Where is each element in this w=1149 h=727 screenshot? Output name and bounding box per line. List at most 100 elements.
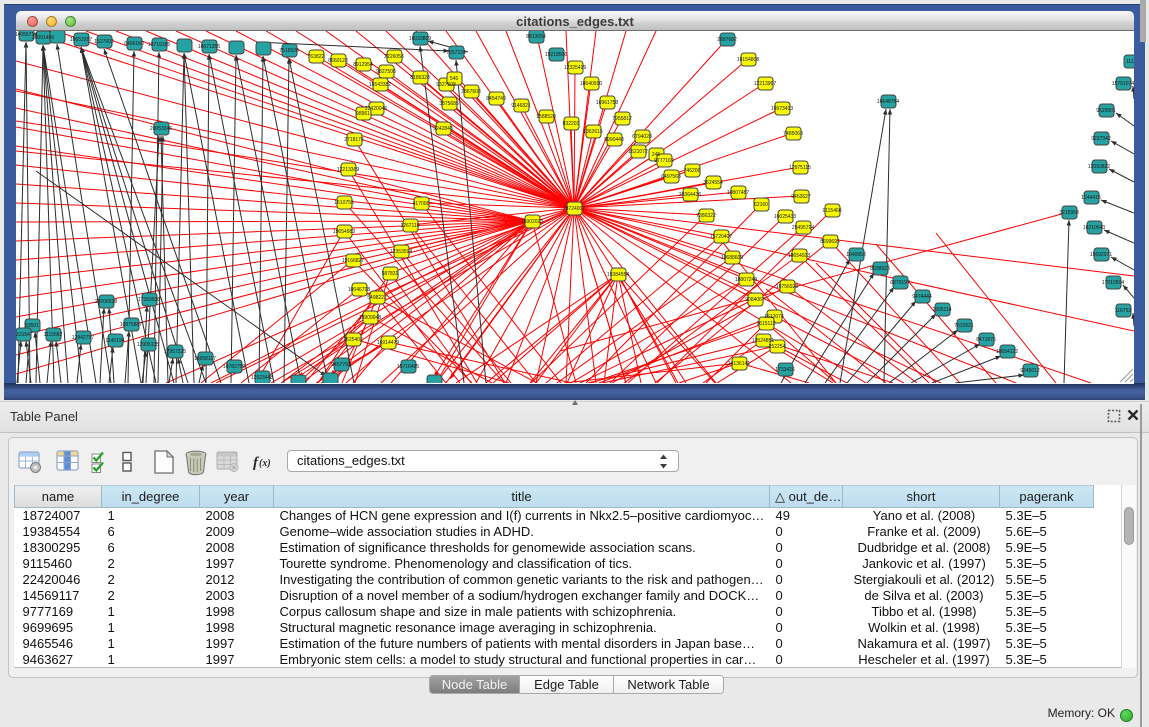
svg-text:(x): (x) bbox=[259, 458, 271, 469]
svg-text:12905135: 12905135 bbox=[137, 342, 159, 348]
svg-text:10973493: 10973493 bbox=[771, 106, 793, 112]
svg-text:10719185: 10719185 bbox=[148, 42, 170, 48]
svg-text:15716485: 15716485 bbox=[397, 364, 419, 370]
svg-text:10688609: 10688609 bbox=[721, 255, 743, 261]
svg-text:20053346: 20053346 bbox=[150, 126, 172, 132]
svg-text:1527602: 1527602 bbox=[94, 39, 114, 45]
svg-text:10975887: 10975887 bbox=[120, 322, 142, 328]
svg-text:17957225: 17957225 bbox=[164, 349, 186, 355]
svg-text:9242848: 9242848 bbox=[433, 126, 453, 132]
svg-text:17010504: 17010504 bbox=[1102, 280, 1124, 286]
svg-text:8660123: 8660123 bbox=[328, 58, 348, 64]
svg-text:8912954: 8912954 bbox=[353, 62, 373, 68]
svg-text:15751074: 15751074 bbox=[1112, 81, 1134, 87]
svg-text:7625402: 7625402 bbox=[343, 337, 363, 343]
svg-text:9245012: 9245012 bbox=[1020, 368, 1040, 374]
svg-text:8454749: 8454749 bbox=[486, 96, 506, 102]
svg-text:10807487: 10807487 bbox=[727, 190, 749, 196]
svg-text:16033809: 16033809 bbox=[409, 36, 431, 42]
svg-text:8813054: 8813054 bbox=[526, 34, 546, 40]
svg-text:3624554: 3624554 bbox=[703, 180, 723, 186]
svg-text:1588520: 1588520 bbox=[536, 114, 556, 120]
svg-text:19654923: 19654923 bbox=[788, 253, 810, 259]
svg-text:16210643: 16210643 bbox=[1083, 225, 1105, 231]
svg-text:2718176: 2718176 bbox=[344, 137, 364, 143]
svg-text:1621072: 1621072 bbox=[628, 149, 648, 155]
svg-text:9529901: 9529901 bbox=[1096, 108, 1116, 114]
svg-text:1615112: 1615112 bbox=[756, 321, 775, 327]
svg-text:12923448: 12923448 bbox=[251, 375, 273, 381]
svg-text:1362615: 1362615 bbox=[583, 129, 603, 135]
svg-text:8938923: 8938923 bbox=[870, 266, 890, 272]
svg-text:7515526: 7515526 bbox=[279, 48, 299, 54]
svg-text:10046798: 10046798 bbox=[348, 287, 370, 293]
svg-text:1612074: 1612074 bbox=[764, 314, 784, 320]
svg-text:15902023: 15902023 bbox=[521, 219, 543, 225]
svg-text:546: 546 bbox=[450, 76, 459, 82]
svg-text:15692971: 15692971 bbox=[1090, 252, 1112, 258]
svg-text:98961: 98961 bbox=[356, 111, 370, 117]
svg-text:7955812: 7955812 bbox=[612, 116, 632, 122]
svg-text:15909948: 15909948 bbox=[359, 315, 381, 321]
svg-text:10025433: 10025433 bbox=[774, 214, 796, 220]
svg-text:6466160: 6466160 bbox=[124, 41, 144, 47]
svg-text:8471876: 8471876 bbox=[976, 337, 996, 343]
svg-text:6794028: 6794028 bbox=[632, 134, 652, 140]
svg-text:832203: 832203 bbox=[563, 121, 580, 127]
svg-text:9474444: 9474444 bbox=[912, 294, 932, 300]
svg-text:2867608: 2867608 bbox=[461, 89, 481, 95]
svg-text:746206: 746206 bbox=[684, 168, 701, 174]
svg-text:12093822: 12093822 bbox=[1088, 164, 1110, 170]
svg-text:1145194: 1145194 bbox=[105, 338, 124, 344]
svg-text:5498222: 5498222 bbox=[367, 295, 387, 301]
svg-text:6879197: 6879197 bbox=[890, 280, 910, 286]
svg-text:20091406: 20091406 bbox=[32, 35, 54, 41]
svg-text:6497568: 6497568 bbox=[661, 174, 681, 180]
svg-text:2935114: 2935114 bbox=[932, 307, 951, 313]
svg-text:1244415: 1244415 bbox=[1081, 195, 1101, 201]
svg-text:1115682: 1115682 bbox=[44, 332, 63, 338]
svg-text:19384554: 19384554 bbox=[607, 272, 629, 278]
svg-text:16154808: 16154808 bbox=[737, 57, 759, 63]
svg-text:10653287: 10653287 bbox=[70, 37, 92, 43]
svg-text:18724007: 18724007 bbox=[563, 206, 585, 212]
svg-text:763822: 763822 bbox=[308, 54, 325, 60]
svg-text:252254: 252254 bbox=[769, 344, 786, 350]
svg-text:53501: 53501 bbox=[25, 323, 39, 329]
svg-text:12325419: 12325419 bbox=[564, 65, 586, 71]
svg-text:15720407: 15720407 bbox=[710, 234, 732, 240]
svg-text:12213967: 12213967 bbox=[754, 81, 776, 87]
svg-text:62160: 62160 bbox=[754, 202, 768, 208]
svg-text:12975115: 12975115 bbox=[789, 165, 811, 171]
svg-text:9457791: 9457791 bbox=[331, 362, 351, 368]
svg-text:587831: 587831 bbox=[382, 271, 399, 277]
svg-text:16543382: 16543382 bbox=[369, 82, 391, 88]
svg-text:9146821: 9146821 bbox=[511, 103, 531, 109]
svg-text:16961758: 16961758 bbox=[596, 100, 618, 106]
svg-text:19218506: 19218506 bbox=[545, 52, 567, 58]
svg-text:20206538: 20206538 bbox=[95, 299, 117, 305]
svg-text:16648784: 16648784 bbox=[877, 99, 899, 105]
svg-text:2226058: 2226058 bbox=[384, 54, 404, 60]
svg-text:33154: 33154 bbox=[16, 332, 30, 338]
svg-text:20364436: 20364436 bbox=[679, 192, 701, 198]
svg-text:9227342: 9227342 bbox=[1091, 136, 1111, 142]
svg-text:17359938: 17359938 bbox=[138, 297, 160, 303]
svg-text:2887682: 2887682 bbox=[717, 37, 737, 43]
svg-text:19654983: 19654983 bbox=[333, 229, 355, 235]
svg-text:116753: 116753 bbox=[1115, 308, 1132, 314]
svg-text:9327508: 9327508 bbox=[436, 82, 456, 88]
svg-text:16671355: 16671355 bbox=[198, 44, 220, 50]
svg-text:8699695: 8699695 bbox=[820, 239, 840, 245]
svg-text:9827508: 9827508 bbox=[376, 69, 396, 75]
svg-text:9115460: 9115460 bbox=[822, 208, 841, 214]
svg-text:12353594: 12353594 bbox=[390, 249, 412, 255]
svg-text:1733426: 1733426 bbox=[775, 367, 795, 373]
svg-text:3875685: 3875685 bbox=[439, 101, 459, 107]
svg-text:8186328: 8186328 bbox=[410, 75, 430, 81]
svg-text:16914479: 16914479 bbox=[377, 340, 399, 346]
svg-text:10654122: 10654122 bbox=[996, 349, 1018, 355]
svg-text:7386322: 7386322 bbox=[696, 213, 716, 219]
svg-text:1610755: 1610755 bbox=[334, 200, 354, 206]
svg-text:10756928: 10756928 bbox=[776, 284, 798, 290]
